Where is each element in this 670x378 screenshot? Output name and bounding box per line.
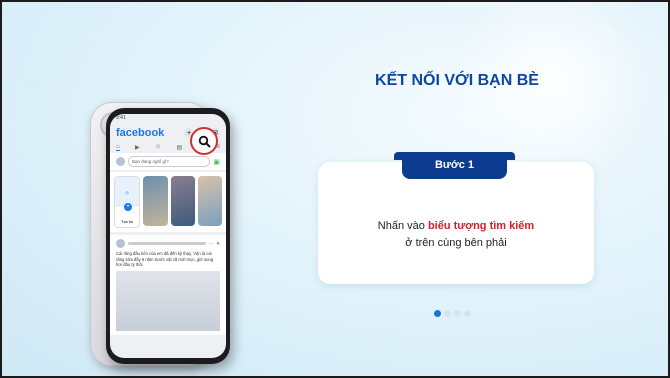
search-icon (198, 135, 210, 147)
status-time: 9:41 (116, 115, 126, 121)
instruction-line-1: Nhấn vào biểu tượng tìm kiếm (318, 220, 594, 232)
stories-row: ◎ + Tạo tin (110, 172, 226, 232)
create-story-label: Tạo tin (121, 219, 134, 224)
create-story-card: ◎ + Tạo tin (114, 176, 141, 228)
market-icon: ▤ (176, 145, 183, 151)
story-card (197, 176, 222, 226)
step-badge: Bước 1 (402, 152, 507, 179)
video-icon: ▶ (134, 145, 140, 151)
composer-input: Bạn đang nghĩ gì? (128, 156, 211, 167)
phone-illustration: 9:41 facebook + ✉ ⌂ ▶ ☺ ▤ ◔ (106, 108, 230, 364)
tutorial-slide: · · · · · · · 9:41 facebook + ✉ ⌂ (0, 0, 670, 378)
pager-dot[interactable] (444, 310, 451, 317)
post-author-blur (128, 242, 206, 245)
avatar (116, 157, 125, 166)
decorative-dots: · · · (12, 82, 41, 92)
post-composer: Bạn đang nghĩ gì? ▣ (110, 153, 226, 170)
photo-icon: ▣ (213, 158, 220, 166)
instruction-highlight: biểu tượng tìm kiếm (427, 220, 535, 232)
story-card (143, 176, 168, 226)
friends-icon: ☺ (154, 144, 162, 150)
story-card (170, 176, 195, 226)
close-icon: ✕ (216, 240, 220, 246)
instruction-prefix: Nhấn vào (377, 220, 428, 232)
feed-post: ··· ✕ Cái răng đầu tiên của em đã đến kỳ… (110, 235, 226, 335)
plus-icon: + (124, 203, 132, 211)
slide-pager (434, 310, 471, 317)
decorative-dots: · · · · (612, 20, 653, 30)
search-icon-highlight[interactable] (190, 127, 218, 155)
post-text: Cái răng đầu tiên của em đã đến kỳ thay.… (116, 251, 214, 267)
more-icon: ··· (208, 241, 214, 246)
slide-title: KẾT NỐI VỚI BẠN BÈ (375, 72, 539, 89)
post-image (116, 270, 220, 331)
pager-dot[interactable] (464, 310, 471, 317)
pager-dot[interactable] (434, 310, 441, 317)
home-icon: ⌂ (116, 144, 120, 151)
instruction-line-2: ở trên cùng bên phải (405, 237, 507, 249)
pager-dot[interactable] (454, 310, 461, 317)
avatar (116, 239, 125, 248)
facebook-logo: facebook (116, 127, 165, 139)
phone-screen: 9:41 facebook + ✉ ⌂ ▶ ☺ ▤ ◔ (110, 114, 226, 358)
